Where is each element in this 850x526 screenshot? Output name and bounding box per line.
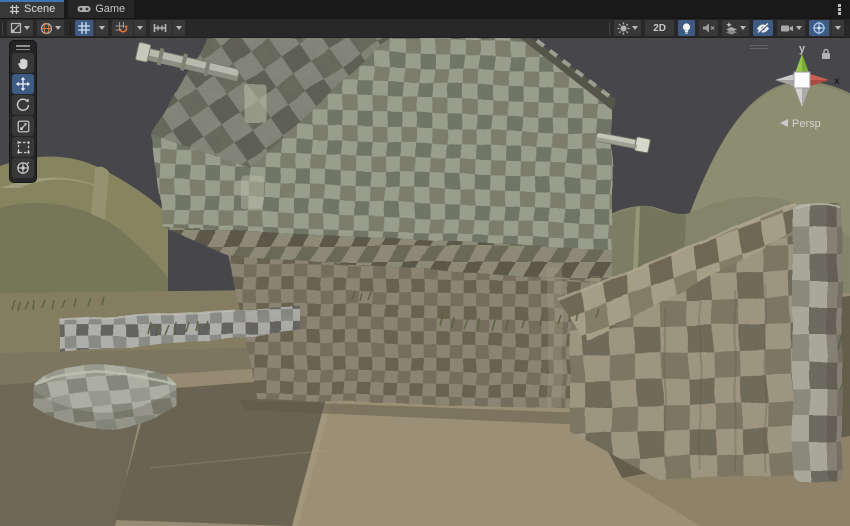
grid-dropdown[interactable] (95, 20, 108, 36)
scene-viewport[interactable] (0, 38, 850, 526)
rect-tool-button[interactable] (12, 137, 34, 157)
dropdown-caret (632, 26, 638, 30)
pivot-icon (10, 20, 22, 36)
dropdown-caret (24, 26, 30, 30)
unity-scene-view-window: Scene Game (0, 0, 850, 526)
tab-game[interactable]: Game (68, 0, 134, 18)
toolbar-separator (609, 22, 610, 35)
scene-visibility-button[interactable] (753, 20, 773, 36)
move-snap-icon (150, 20, 170, 36)
gizmos-dropdown[interactable] (831, 20, 844, 36)
scene-effects-button[interactable] (722, 20, 749, 36)
tab-scene[interactable]: Scene (0, 0, 64, 18)
scene-grid-icon (9, 4, 20, 15)
gizmo-target-icon (809, 20, 829, 36)
axis-x-label: x (834, 76, 840, 87)
effects-layers-icon (725, 20, 738, 36)
tool-handle-rotation-button[interactable] (37, 20, 64, 36)
tab-bar-spacer (134, 0, 828, 18)
rotate-tool-button[interactable] (12, 95, 34, 115)
hand-icon (17, 57, 30, 70)
sun-icon (617, 20, 630, 36)
view-options-group: 2D (607, 20, 844, 36)
grid-icon (75, 20, 93, 36)
snap-increment-button[interactable] (150, 20, 185, 36)
camera-settings-button[interactable] (777, 20, 805, 36)
padlock-icon[interactable] (820, 48, 832, 60)
scene-audio-button[interactable] (699, 20, 718, 36)
gizmos-menu-button[interactable] (809, 20, 844, 36)
tools-overlay (9, 40, 37, 183)
tab-scene-label: Scene (24, 3, 55, 15)
snap-settings-button[interactable] (112, 20, 146, 36)
dropdown-caret (796, 26, 802, 30)
rect-icon (17, 141, 30, 154)
wall-light-patch (242, 176, 264, 210)
game-controller-icon (77, 4, 91, 14)
rotate-arrows-icon (16, 98, 30, 112)
projection-label[interactable]: Persp (792, 118, 821, 130)
globe-icon (40, 20, 53, 36)
scale-icon (17, 120, 30, 133)
light-bulb-icon (681, 20, 692, 36)
scene-lighting-button[interactable] (678, 20, 695, 36)
move-tool-button[interactable] (12, 74, 34, 94)
persp-arrow-icon (780, 119, 788, 127)
gizmo-center-cube[interactable] (794, 72, 810, 88)
stone-column[interactable] (793, 203, 842, 481)
transform-icon (16, 161, 30, 175)
axis-y-label: y (799, 43, 806, 55)
mode-2d-label: 2D (648, 23, 671, 34)
move-arrows-icon (16, 77, 30, 91)
grid-visibility-button[interactable] (75, 20, 108, 36)
toolbar-separator (70, 22, 71, 35)
lower-wall-pillar (548, 268, 562, 408)
tab-game-label: Game (95, 3, 125, 15)
wall-light-patch (244, 84, 266, 122)
kebab-menu-icon[interactable] (828, 0, 850, 18)
draw-mode-button[interactable] (614, 20, 641, 36)
dropdown-caret (740, 26, 746, 30)
toolbar-separator (2, 22, 3, 35)
snap-dropdown[interactable] (133, 20, 146, 36)
camera-icon (780, 20, 794, 36)
eye-crossed-icon (756, 20, 770, 36)
scale-tool-button[interactable] (12, 116, 34, 136)
snap-magnet-icon (112, 20, 131, 36)
speaker-muted-icon (702, 20, 715, 36)
mode-2d-button[interactable]: 2D (645, 20, 674, 36)
view-tool-button[interactable] (12, 53, 34, 73)
orientation-gizmo: y x Persp (762, 40, 850, 135)
tab-bar: Scene Game (0, 0, 850, 19)
transform-tool-button[interactable] (12, 158, 34, 178)
scene-toolbar: 2D (0, 19, 850, 38)
tool-handle-position-button[interactable] (7, 20, 33, 36)
snap-increment-dropdown[interactable] (172, 20, 185, 36)
dropdown-caret (55, 26, 61, 30)
overlay-drag-handle[interactable] (10, 43, 36, 52)
